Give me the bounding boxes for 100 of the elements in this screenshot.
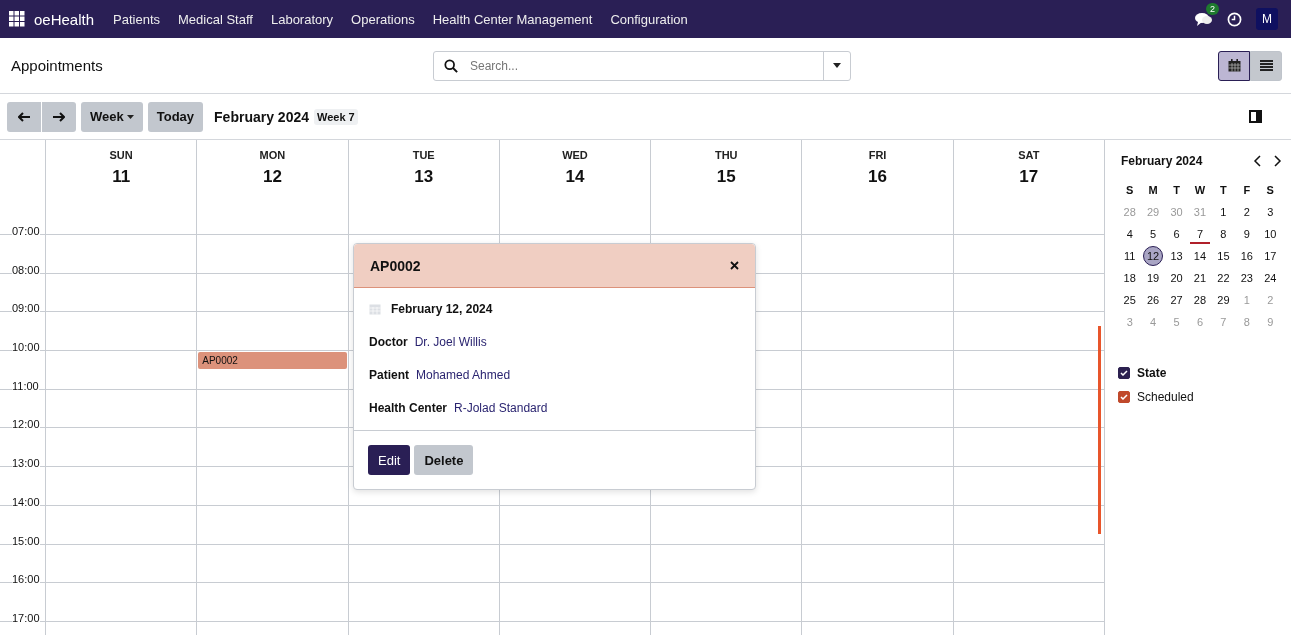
weekday-label: WED [562, 149, 588, 161]
user-avatar[interactable]: M [1256, 8, 1278, 30]
calendar-day[interactable]: 22 [1213, 268, 1234, 288]
clock-icon[interactable] [1227, 11, 1242, 27]
calendar-day[interactable]: 9 [1236, 224, 1257, 244]
scale-dropdown[interactable]: Week [81, 101, 143, 132]
calendar-day[interactable]: 28 [1190, 290, 1210, 310]
calendar-day[interactable]: 15 [1213, 246, 1234, 266]
day-number[interactable]: 13 [414, 167, 434, 187]
day-number[interactable]: 12 [262, 167, 282, 187]
sidebar-toggle-icon[interactable] [1249, 110, 1262, 123]
calendar-day[interactable]: 10 [1260, 224, 1281, 244]
field-value: Mohamed Ahmed [416, 367, 511, 382]
app-name[interactable]: oeHealth [34, 10, 95, 28]
hour-label: 09:00 [12, 302, 40, 315]
scrollbar-thumb[interactable] [1098, 326, 1101, 534]
delete-button[interactable]: Delete [414, 445, 474, 475]
close-icon[interactable] [730, 261, 739, 270]
page-title: Appointments [11, 57, 103, 74]
chat-bubbles-icon[interactable] [1195, 12, 1213, 26]
calendar-day[interactable]: 19 [1143, 268, 1164, 288]
today-button[interactable]: Today [147, 101, 204, 132]
day-number[interactable]: 11 [112, 167, 131, 187]
appointment-date: February 12, 2024 [391, 301, 493, 316]
weekday-label: SAT [1018, 149, 1040, 161]
calendar-day[interactable]: 8 [1213, 224, 1234, 244]
menu-item[interactable]: Patients [113, 11, 161, 27]
menu-item[interactable]: Medical Staff [178, 11, 253, 27]
hour-label: 13:00 [12, 457, 40, 470]
calendar-day[interactable]: 11 [1119, 246, 1140, 266]
calendar-day[interactable]: 7 [1190, 224, 1210, 244]
calendar-day[interactable]: 29 [1213, 290, 1234, 310]
calendar-day[interactable]: 26 [1143, 290, 1164, 310]
calendar-icon [1227, 59, 1241, 72]
hour-label: 14:00 [12, 495, 40, 508]
appointment-event[interactable]: AP0002 [198, 352, 347, 370]
day-number[interactable]: 16 [868, 167, 887, 187]
calendar-day[interactable]: 13 [1166, 246, 1187, 266]
chevron-right-icon[interactable] [1274, 155, 1282, 167]
filter-label[interactable]: Scheduled [1137, 390, 1194, 404]
calendar-day[interactable]: 4 [1119, 224, 1140, 244]
field-label: Health Center [369, 400, 448, 415]
calendar-day[interactable]: 1 [1213, 202, 1234, 222]
calendar-day[interactable]: 23 [1236, 268, 1257, 288]
calendar-day[interactable]: 2 [1236, 202, 1257, 222]
weekday-label: FRI [868, 149, 887, 161]
next-button[interactable] [42, 101, 76, 132]
calendar-view-button[interactable] [1218, 50, 1250, 81]
weekday-label: S [1265, 183, 1275, 198]
weekday-label: T [1219, 183, 1228, 198]
message-count-badge: 2 [1206, 3, 1219, 15]
list-view-button[interactable] [1250, 50, 1282, 81]
calendar-day[interactable]: 16 [1236, 246, 1257, 266]
menu-item[interactable]: Configuration [610, 11, 688, 27]
month-title: February 2024 [1121, 154, 1203, 168]
apps-grid-icon[interactable] [9, 11, 25, 27]
weekday-label: THU [714, 149, 738, 161]
filter-label[interactable]: State [1137, 366, 1167, 380]
menu-item[interactable]: Operations [351, 11, 415, 27]
menu-item[interactable]: Health Center Management [432, 11, 593, 27]
calendar-day[interactable]: 18 [1119, 268, 1140, 288]
weekday-label: F [1242, 183, 1252, 198]
calendar-day[interactable]: 5 [1143, 224, 1164, 244]
calendar-day[interactable]: 25 [1119, 290, 1140, 310]
previous-button[interactable] [7, 101, 41, 132]
weekday-label: W [1193, 183, 1207, 198]
weekday-label: M [1147, 183, 1159, 198]
day-number[interactable]: 17 [1019, 167, 1039, 187]
hour-label: 11:00 [12, 379, 39, 392]
search-icon [444, 58, 458, 73]
hour-label: 10:00 [12, 341, 40, 354]
left-arrow-icon [18, 111, 30, 122]
field-label: Doctor [369, 334, 408, 349]
calendar-day[interactable]: 24 [1260, 268, 1281, 288]
field-label: Patient [369, 367, 409, 382]
hour-label: 15:00 [12, 534, 40, 547]
calendar-day[interactable]: 3 [1260, 202, 1281, 222]
calendar-day[interactable]: 17 [1260, 246, 1281, 266]
calendar-day[interactable]: 27 [1166, 290, 1187, 310]
calendar-day[interactable]: 12 [1143, 246, 1164, 266]
filter-checkbox[interactable] [1118, 367, 1130, 379]
right-arrow-icon [53, 111, 65, 122]
search-field[interactable]: Search... [433, 50, 851, 81]
weekday-label: S [1125, 183, 1135, 198]
filter-checkbox[interactable] [1118, 391, 1130, 403]
hour-label: 16:00 [12, 573, 40, 586]
menu-item[interactable]: Laboratory [270, 11, 334, 27]
edit-button[interactable]: Edit [368, 445, 411, 475]
field-value: R-Jolad Standard [454, 400, 548, 415]
day-number[interactable]: 15 [716, 167, 736, 187]
calendar-day[interactable]: 20 [1166, 268, 1187, 288]
day-number[interactable]: 14 [565, 167, 585, 187]
list-icon [1259, 60, 1273, 71]
calendar-day[interactable]: 14 [1190, 246, 1210, 266]
calendar-day[interactable]: 6 [1166, 224, 1187, 244]
calendar-day[interactable]: 21 [1190, 268, 1210, 288]
field-value: Dr. Joel Willis [414, 334, 487, 349]
chevron-left-icon[interactable] [1253, 155, 1261, 167]
caret-icon [126, 114, 134, 119]
week-badge: Week 7 [314, 108, 358, 125]
